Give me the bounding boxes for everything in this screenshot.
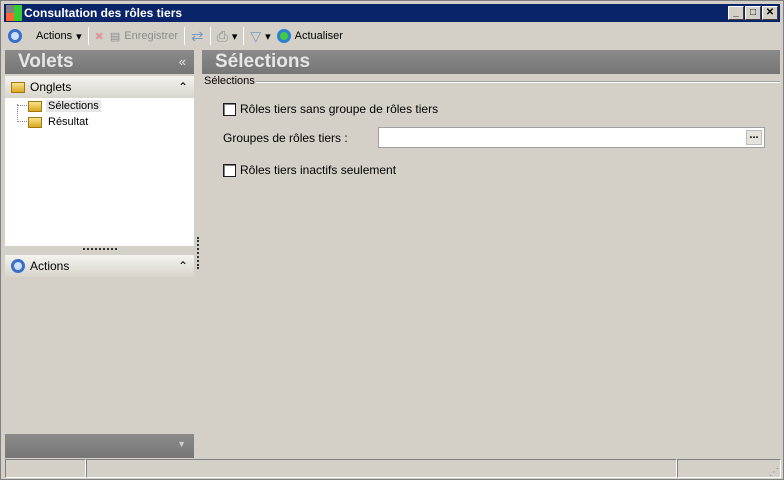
panes-header: Volets « xyxy=(5,50,194,74)
onglets-pane-header[interactable]: Onglets ⌃ xyxy=(5,76,194,98)
refresh-label: Actualiser xyxy=(294,30,343,42)
status-panel xyxy=(86,459,677,478)
chevron-up-icon[interactable]: ⌃ xyxy=(178,259,188,273)
save-button[interactable]: ▤ Enregistrer xyxy=(110,30,178,43)
actions-pane-label: Actions xyxy=(30,259,70,273)
actions-label: Actions xyxy=(36,30,73,42)
dropdown-arrow-icon: ▾ xyxy=(231,30,238,43)
selections-group: Sélections xyxy=(204,75,780,87)
status-panel xyxy=(5,459,86,478)
checkbox-label: Rôles tiers sans groupe de rôles tiers xyxy=(240,102,439,116)
refresh-button[interactable]: Actualiser xyxy=(276,29,343,43)
window-title: Consultation des rôles tiers xyxy=(24,6,183,20)
chevron-up-icon[interactable]: ⌃ xyxy=(178,80,188,94)
actions-circle-icon xyxy=(11,259,25,273)
panes-title: Volets xyxy=(18,51,74,72)
group-label: Sélections xyxy=(204,75,255,87)
separator xyxy=(209,27,211,45)
dropdown-arrow-icon: ▾ xyxy=(265,30,271,43)
resize-grip-icon[interactable]: ⋰ xyxy=(769,467,779,478)
app-icon xyxy=(6,5,22,21)
title-bar: Consultation des rôles tiers _ □ ✕ xyxy=(4,4,780,22)
dropdown-arrow-icon: ▾ xyxy=(76,30,82,43)
delete-icon[interactable]: ✖ xyxy=(95,30,104,43)
browse-button[interactable]: ... xyxy=(746,130,762,145)
collapse-panes-button[interactable]: « xyxy=(179,50,186,74)
refresh-icon xyxy=(276,29,291,43)
close-button[interactable]: ✕ xyxy=(762,6,778,20)
checkbox-box[interactable] xyxy=(223,102,236,116)
maximize-button[interactable]: □ xyxy=(745,6,761,20)
status-bar: ⋰ xyxy=(5,459,781,478)
tree-item-resultat[interactable]: Résultat xyxy=(28,116,90,128)
no-group-checkbox[interactable]: Rôles tiers sans groupe de rôles tiers xyxy=(223,102,438,116)
folder-icon xyxy=(11,81,25,93)
separator xyxy=(243,27,245,45)
minimize-button[interactable]: _ xyxy=(728,6,744,20)
onglets-label: Onglets xyxy=(30,80,72,94)
separator xyxy=(184,27,186,45)
pane-overflow-bar[interactable]: ▼ xyxy=(5,434,194,458)
groups-field-input[interactable]: ... xyxy=(378,127,765,148)
groups-field-label: Groupes de rôles tiers : xyxy=(223,131,348,145)
inactive-only-checkbox[interactable]: Rôles tiers inactifs seulement xyxy=(223,163,396,177)
toolbar: Actions ▾ ✖ ▤ Enregistrer ⇄ ⎙ ▾ ▽ ▾ Actualis… xyxy=(4,24,780,48)
checkbox-label: Rôles tiers inactifs seulement xyxy=(240,163,397,177)
vertical-splitter-handle[interactable] xyxy=(197,237,199,269)
status-panel xyxy=(677,459,781,478)
tree-item-selections[interactable]: Sélections xyxy=(28,100,101,112)
tree-item-label: Sélections xyxy=(46,100,101,112)
save-label: Enregistrer xyxy=(124,30,179,42)
main-title: Sélections xyxy=(215,51,311,72)
actions-pane-header[interactable]: Actions ⌃ xyxy=(5,255,194,277)
filter-icon: ▽ xyxy=(250,27,262,44)
filter-button[interactable]: ▽ ▾ xyxy=(250,28,270,45)
sync-icon[interactable]: ⇄ xyxy=(191,27,204,45)
save-icon: ▤ xyxy=(109,30,121,43)
actions-menu-button[interactable]: Actions ▾ xyxy=(36,30,82,43)
pane-splitter-handle[interactable] xyxy=(83,248,117,250)
open-folder-icon xyxy=(28,100,42,112)
checkbox-box[interactable] xyxy=(223,163,236,177)
separator xyxy=(87,27,89,45)
actions-circle-icon xyxy=(8,29,22,43)
tab-tree: Sélections Résultat xyxy=(5,98,194,246)
folder-icon xyxy=(28,116,42,128)
tree-item-label: Résultat xyxy=(48,116,89,128)
print-button[interactable]: ⎙ ▾ xyxy=(217,28,238,45)
main-header: Sélections xyxy=(202,50,780,74)
printer-icon: ⎙ xyxy=(216,27,228,44)
dropdown-arrow-icon: ▼ xyxy=(177,439,186,449)
